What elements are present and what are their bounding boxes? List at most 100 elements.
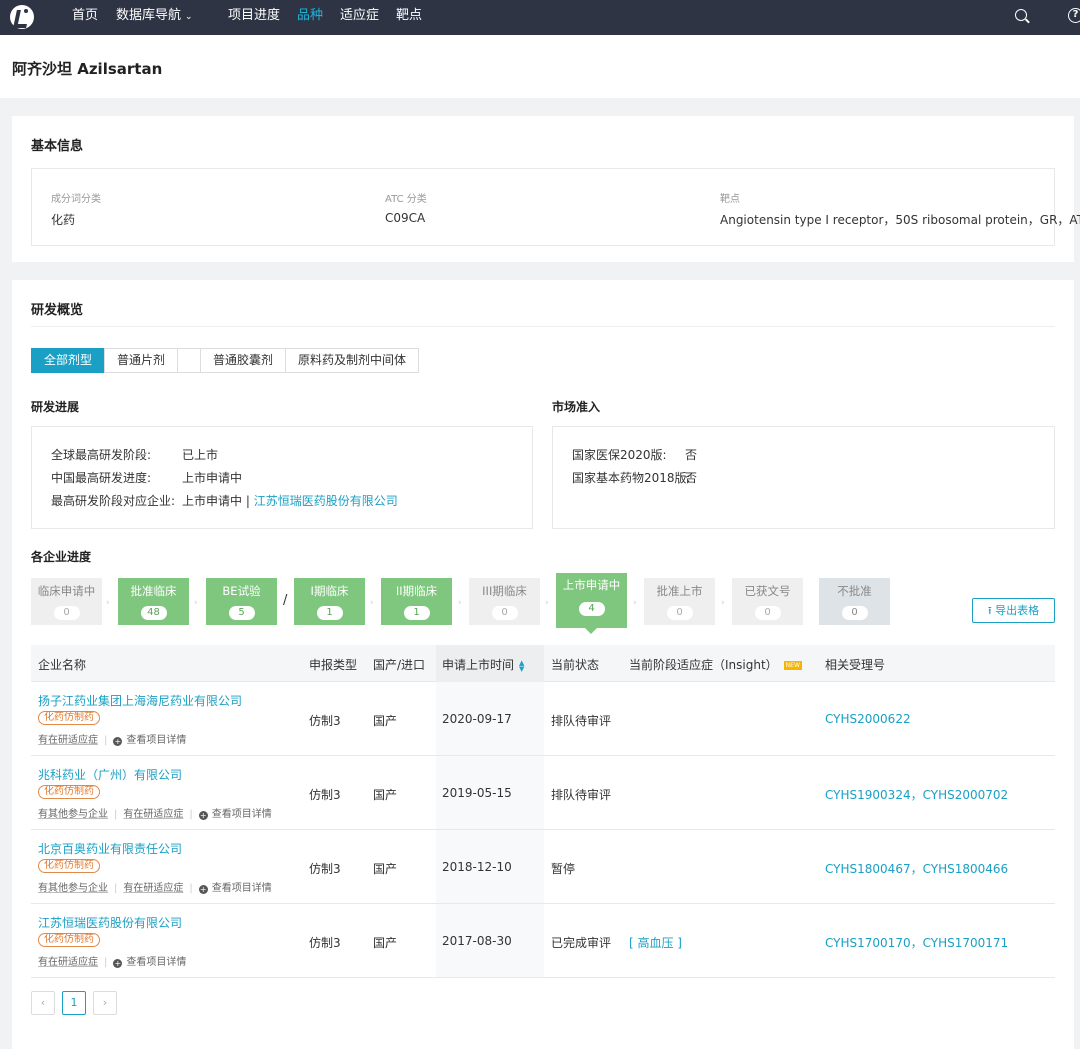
stage-market-applying[interactable]: 上市申请中 4 (556, 573, 627, 634)
tab-capsule[interactable]: 普通胶囊剂 (200, 348, 287, 373)
table-row: 兆科药业（广州）有限公司 化药仿制药 有其他参与企业 | 有在研适应症 | + 查看项目详… (31, 756, 1055, 830)
kv-label: 国家医保2020版: (572, 448, 667, 462)
next-page-button[interactable]: › (93, 991, 117, 1015)
chevron-down-icon: ⌄ (185, 12, 193, 22)
stage-phase-3[interactable]: III期临床 0 (469, 578, 540, 625)
nav-database-label: 数据库导航 (116, 8, 182, 23)
info-value: 化药 (51, 213, 76, 227)
view-detail-label: 查看项目详情 (211, 883, 272, 894)
prev-page-button[interactable]: ‹ (31, 991, 55, 1015)
stage-name: 批准临床 (130, 584, 177, 598)
view-detail-link[interactable]: + 查看项目详情 (198, 883, 272, 894)
company-name-link[interactable]: 北京百奥药业有限责任公司 (38, 840, 182, 857)
stage-count: 48 (140, 606, 167, 620)
nav-home[interactable]: 首页 (72, 0, 98, 35)
search-icon[interactable] (1015, 9, 1027, 21)
cell-numbers[interactable]: CYHS1700170，CYHS1700171 (825, 934, 1008, 951)
company-name-link[interactable]: 扬子江药业集团上海海尼药业有限公司 (38, 692, 242, 709)
cell-type: 仿制3 (309, 788, 341, 802)
tab-all-dosage[interactable]: 全部剂型 (31, 348, 106, 373)
tab-api[interactable]: 原料药及制剂中间体 (285, 348, 420, 373)
basic-info-box: 成分词分类 化药 ATC 分类 C09CA 靶点 Angiotensin typ… (31, 168, 1080, 246)
sort-icon[interactable]: ▲ ▼ (519, 659, 524, 672)
row-links: 有其他参与企业 | 有在研适应症 | + 查看项目详情 (38, 805, 272, 820)
overview-title: 研发概览 (31, 303, 84, 318)
other-companies-link[interactable]: 有其他参与企业 (38, 883, 108, 894)
new-badge: NEW (783, 661, 802, 670)
upload-icon: ⭱ (987, 604, 992, 617)
stage-phase-2[interactable]: II期临床 1 (381, 578, 452, 625)
company-link[interactable]: 江苏恒瑞医药股份有限公司 (254, 494, 398, 508)
kv-top-company: 最高研发阶段对应企业: 上市申请中 | 江苏恒瑞医药股份有限公司 (51, 492, 398, 509)
tab-empty[interactable] (177, 348, 202, 373)
nav-variety[interactable]: 品种 (297, 0, 323, 35)
view-detail-link[interactable]: + 查看项目详情 (113, 957, 186, 968)
stage-name: 临床申请中 (37, 584, 96, 598)
overview-card: 研发概览 全部剂型 普通片剂 普通胶囊剂 原料药及制剂中间体 研发进展 全球最高… (12, 280, 1074, 1049)
export-table-button[interactable]: ⭱ 导出表格 (972, 598, 1055, 623)
divider (31, 326, 1055, 327)
kv-value: 否 (685, 448, 698, 462)
cell-origin: 国产 (373, 714, 398, 728)
stage-clinical-applying[interactable]: 临床申请中 0 (31, 578, 102, 625)
drug-type-tag: 化药仿制药 (38, 859, 100, 873)
info-value: Angiotensin type I receptor，50S ribosoma… (720, 213, 1080, 227)
kv-label: 国家基本药物2018版: (572, 471, 691, 485)
stage-count: 4 (578, 602, 605, 616)
view-detail-link[interactable]: + 查看项目详情 (198, 809, 272, 820)
cell-origin: 国产 (373, 862, 398, 876)
separator-slash: / (283, 593, 288, 608)
plus-circle-icon: + (113, 959, 123, 968)
info-label: ATC 分类 (385, 194, 427, 205)
help-icon[interactable]: ? (1068, 8, 1080, 23)
in-research-link[interactable]: 有在研适应症 (38, 735, 98, 746)
row-links: 有其他参与企业 | 有在研适应症 | + 查看项目详情 (38, 879, 272, 894)
tab-tablet[interactable]: 普通片剂 (104, 348, 179, 373)
separator: | (104, 957, 108, 968)
in-research-link[interactable]: 有在研适应症 (123, 809, 183, 820)
th-date[interactable]: 申请上市时间 ▲ ▼ (442, 656, 524, 673)
cell-type: 仿制3 (309, 936, 341, 950)
stage-clinical-approved[interactable]: 批准临床 48 (118, 578, 189, 625)
kv-value: 否 (685, 471, 698, 485)
in-research-link[interactable]: 有在研适应症 (38, 957, 98, 968)
nav-indication[interactable]: 适应症 (340, 0, 379, 35)
th-company: 企业名称 (38, 658, 87, 672)
th-date-label: 申请上市时间 (442, 658, 515, 672)
cell-status: 排队待审评 (551, 714, 612, 728)
company-name-link[interactable]: 江苏恒瑞医药股份有限公司 (38, 914, 182, 931)
nav-project-progress[interactable]: 项目进度 (228, 0, 280, 35)
table-row: 北京百奥药业有限责任公司 化药仿制药 有其他参与企业 | 有在研适应症 | + 查看项目详… (31, 830, 1055, 904)
view-detail-link[interactable]: + 查看项目详情 (113, 735, 186, 746)
cell-origin: 国产 (373, 936, 398, 950)
cell-indication[interactable]: [ 高血压 ] (629, 934, 682, 951)
stage-market-approved[interactable]: 批准上市 0 (644, 578, 715, 625)
info-value: C09CA (385, 211, 426, 225)
th-status: 当前状态 (551, 658, 600, 672)
stage-license-obtained[interactable]: 已获文号 0 (732, 578, 803, 625)
other-companies-link[interactable]: 有其他参与企业 (38, 809, 108, 820)
cell-numbers[interactable]: CYHS1900324，CYHS2000702 (825, 786, 1008, 803)
table-row: 扬子江药业集团上海海尼药业有限公司 化药仿制药 有在研适应症 | + 查看项目详情 仿… (31, 682, 1055, 756)
top-nav: 首页 数据库导航 ⌄ 项目进度 品种 适应症 靶点 ? (0, 0, 1080, 35)
chevron-right-icon: › (721, 598, 725, 608)
cell-numbers[interactable]: CYHS1800467，CYHS1800466 (825, 860, 1008, 877)
logo-icon[interactable] (10, 5, 34, 29)
stage-rejected[interactable]: 不批准 0 (819, 578, 890, 625)
page-title: 阿齐沙坦 Azilsartan (12, 60, 163, 78)
nav-target[interactable]: 靶点 (396, 0, 422, 35)
cell-numbers[interactable]: CYHS2000622 (825, 712, 911, 726)
stage-phase-1[interactable]: I期临床 1 (294, 578, 365, 625)
chevron-right-icon: › (106, 598, 110, 608)
kv-label: 中国最高研发进度: (51, 471, 152, 485)
chevron-right-icon: › (633, 598, 637, 608)
cell-date: 2020-09-17 (442, 712, 512, 726)
in-research-link[interactable]: 有在研适应症 (123, 883, 183, 894)
stage-be-trial[interactable]: BE试验 5 (206, 578, 277, 625)
page-1-button[interactable]: 1 (62, 991, 86, 1015)
company-name-link[interactable]: 兆科药业（广州）有限公司 (38, 766, 182, 783)
nav-database[interactable]: 数据库导航 ⌄ (116, 0, 193, 35)
th-origin: 国产/进口 (373, 658, 426, 672)
stage-count: 0 (491, 606, 518, 620)
cell-date: 2018-12-10 (442, 860, 512, 874)
